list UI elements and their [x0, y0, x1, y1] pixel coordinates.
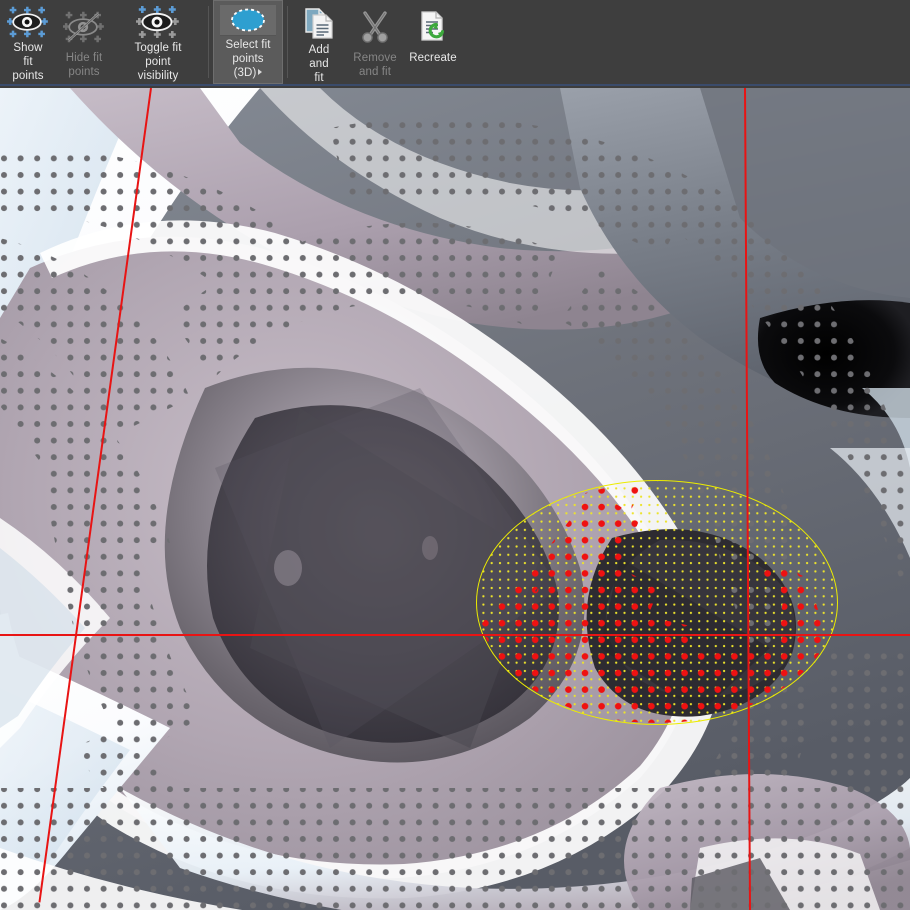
- toolbar-separator-1: [208, 6, 209, 78]
- eye-plus-icon: [7, 5, 49, 39]
- toolbar-separator-2: [287, 6, 288, 78]
- eye-slash-icon: [63, 5, 105, 49]
- hide-fit-points-button[interactable]: Hide fit points: [56, 0, 112, 84]
- select-fit-points-3d-label: Select fit points (3D): [220, 36, 276, 84]
- application-window: Show fit points Hide fit points Toggle f…: [0, 0, 910, 910]
- add-and-fit-button[interactable]: Add and fit: [292, 0, 346, 84]
- remove-and-fit-button[interactable]: Remove and fit: [346, 0, 404, 84]
- scissors-icon: [353, 5, 397, 49]
- toggle-fit-point-visibility-button[interactable]: Toggle fit point visibility: [112, 0, 204, 84]
- ellipse-lasso-icon: [220, 5, 276, 36]
- remove-and-fit-label: Remove and fit: [353, 52, 397, 78]
- recreate-button[interactable]: Recreate: [404, 0, 462, 84]
- add-and-fit-label: Add and fit: [308, 44, 330, 84]
- copy-documents-icon: [299, 5, 339, 41]
- show-fit-points-label: Show fit points: [12, 42, 44, 82]
- hide-fit-points-label: Hide fit points: [65, 52, 103, 78]
- 3d-model-viewport[interactable]: [0, 88, 910, 910]
- select-fit-points-3d-text: Select fit points (3D): [225, 39, 271, 79]
- eye-toggle-icon: [119, 5, 197, 39]
- select-fit-points-3d-button[interactable]: Select fit points (3D): [213, 0, 283, 84]
- recreate-label: Recreate: [409, 52, 457, 64]
- show-fit-points-button[interactable]: Show fit points: [0, 0, 56, 84]
- fit-point-toolbar: Show fit points Hide fit points Toggle f…: [0, 0, 910, 86]
- chevron-down-icon[interactable]: [258, 69, 263, 75]
- document-refresh-icon: [411, 5, 455, 49]
- selected-fit-points-layer: [478, 483, 822, 723]
- toggle-fit-point-visibility-label: Toggle fit point visibility: [134, 42, 182, 82]
